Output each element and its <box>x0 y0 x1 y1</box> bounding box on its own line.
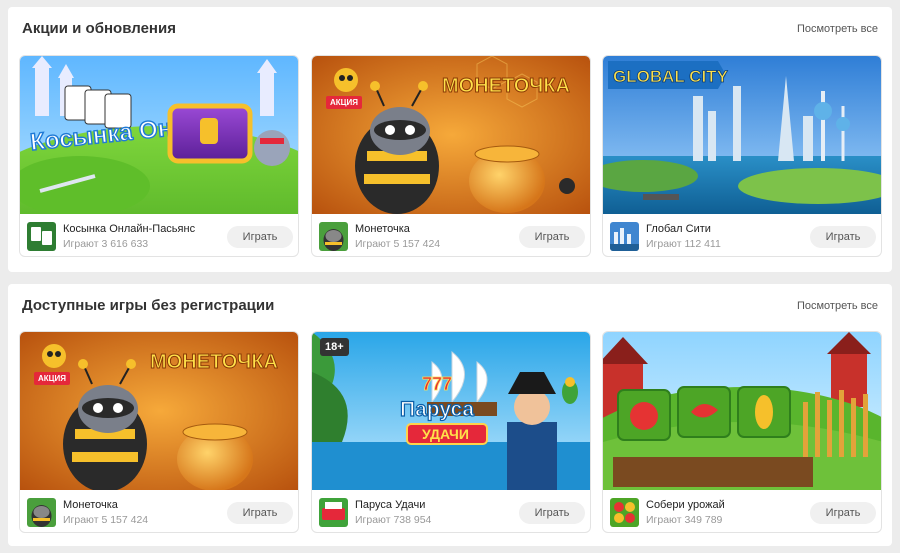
players-count: Играют 3 616 633 <box>63 238 149 250</box>
game-card-global-city[interactable]: GLOBAL CITY Глобал Сити Играют 112 411 И… <box>602 55 882 257</box>
game-banner[interactable] <box>603 332 881 490</box>
game-info: Монеточка Играют 5 157 424 Играть <box>20 490 298 532</box>
play-button[interactable]: Играть <box>810 502 876 524</box>
section-header: Доступные игры без регистрации Посмотрет… <box>22 297 878 317</box>
game-info: Косынка Онлайн-Пасьянс Играют 3 616 633 … <box>20 214 298 256</box>
players-count: Играют 349 789 <box>646 514 723 526</box>
game-info: Собери урожай Играют 349 789 Играть <box>603 490 881 532</box>
play-button[interactable]: Играть <box>810 226 876 248</box>
game-icon <box>27 222 56 251</box>
game-banner[interactable]: Косынка Онлайн! <box>20 56 298 214</box>
game-banner[interactable]: 777 Паруса УДАЧИ 18+ <box>312 332 590 490</box>
game-name[interactable]: Паруса Удачи <box>355 499 425 511</box>
game-icon <box>27 498 56 527</box>
players-count: Играют 738 954 <box>355 514 432 526</box>
see-all-link[interactable]: Посмотреть все <box>797 23 878 35</box>
game-name[interactable]: Косынка Онлайн-Пасьянс <box>63 223 195 235</box>
game-card-parusa-udachi[interactable]: 777 Паруса УДАЧИ 18+ Паруса Удачи Играют… <box>311 331 591 533</box>
players-count: Играют 5 157 424 <box>63 514 149 526</box>
game-icon <box>319 498 348 527</box>
banner-subtitle-text: УДАЧИ <box>422 426 469 442</box>
section-no-registration: Доступные игры без регистрации Посмотрет… <box>8 284 892 546</box>
promo-badge: АКЦИЯ <box>326 96 363 109</box>
play-button[interactable]: Играть <box>227 226 293 248</box>
section-title: Доступные игры без регистрации <box>22 297 275 314</box>
game-banner[interactable]: МОНЕТОЧКА АКЦИЯ <box>312 56 590 214</box>
play-button[interactable]: Играть <box>227 502 293 524</box>
game-icon <box>610 498 639 527</box>
game-banner[interactable]: МОНЕТОЧКА АКЦИЯ <box>20 332 298 490</box>
section-title: Акции и обновления <box>22 20 176 37</box>
age-rating-badge: 18+ <box>320 338 349 356</box>
game-card-monetochka[interactable]: МОНЕТОЧКА АКЦИЯ Монеточка Играют 5 157 4… <box>19 331 299 533</box>
game-name[interactable]: Монеточка <box>63 499 118 511</box>
game-banner[interactable]: GLOBAL CITY <box>603 56 881 214</box>
game-name[interactable]: Собери урожай <box>646 499 725 511</box>
banner-title-text: МОНЕТОЧКА <box>150 351 278 373</box>
banner-title-text: GLOBAL CITY <box>613 67 729 86</box>
game-card-monetochka[interactable]: МОНЕТОЧКА АКЦИЯ Монеточка Играют 5 157 4… <box>311 55 591 257</box>
game-name[interactable]: Глобал Сити <box>646 223 711 235</box>
players-count: Играют 112 411 <box>646 238 721 250</box>
game-info: Глобал Сити Играют 112 411 Играть <box>603 214 881 256</box>
game-card-soberi-urozhai[interactable]: Собери урожай Играют 349 789 Играть <box>602 331 882 533</box>
game-card-kosynka[interactable]: Косынка Онлайн! Косынка Онлайн-Пасьянс И… <box>19 55 299 257</box>
promo-badge: АКЦИЯ <box>34 372 71 385</box>
game-info: Монеточка Играют 5 157 424 Играть <box>312 214 590 256</box>
play-button[interactable]: Играть <box>519 502 585 524</box>
section-header: Акции и обновления Посмотреть все <box>22 20 878 40</box>
play-button[interactable]: Играть <box>519 226 585 248</box>
players-count: Играют 5 157 424 <box>355 238 441 250</box>
banner-title-text: МОНЕТОЧКА <box>442 75 570 97</box>
game-info: Паруса Удачи Играют 738 954 Играть <box>312 490 590 532</box>
banner-title-text: Паруса <box>400 398 474 421</box>
section-promos: Акции и обновления Посмотреть все Косынк… <box>8 7 892 272</box>
banner-number-text: 777 <box>422 374 452 394</box>
see-all-link[interactable]: Посмотреть все <box>797 300 878 312</box>
game-name[interactable]: Монеточка <box>355 223 410 235</box>
game-icon <box>319 222 348 251</box>
game-icon <box>610 222 639 251</box>
